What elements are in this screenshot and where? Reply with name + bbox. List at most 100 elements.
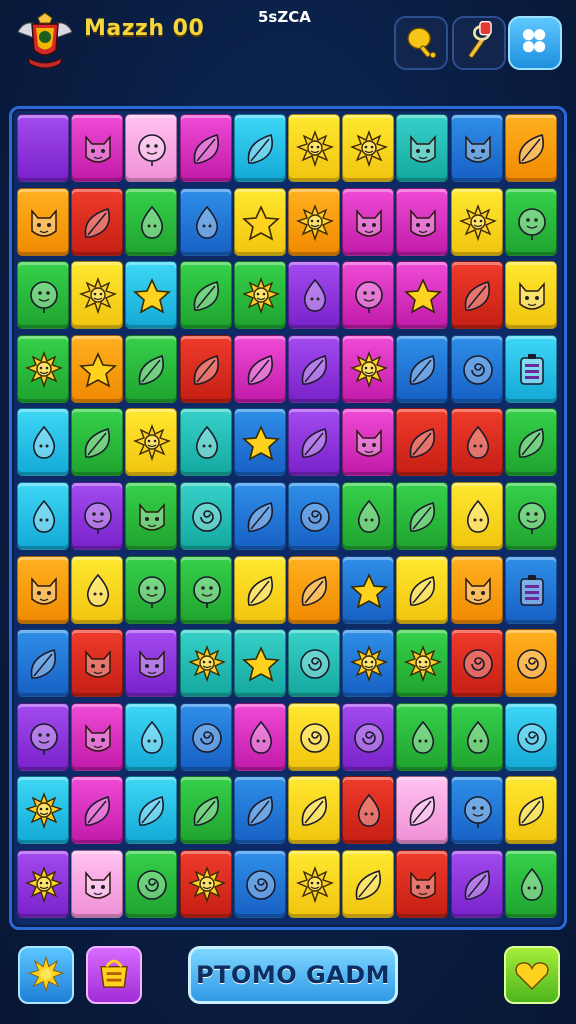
tile-yellow-star[interactable] xyxy=(233,187,286,256)
tile-orange-leaf[interactable] xyxy=(288,555,340,624)
tile-cyan-leaf[interactable] xyxy=(233,114,286,182)
tile-magenta-cat[interactable] xyxy=(71,702,124,771)
hammer-tool-button[interactable] xyxy=(452,16,506,70)
tile-yellow-sun[interactable] xyxy=(71,261,124,330)
tile-green-blob[interactable] xyxy=(125,555,178,624)
tile-blue-swirl[interactable] xyxy=(450,334,503,403)
tile-yellow-cat[interactable] xyxy=(504,261,557,330)
tile-red-drop[interactable] xyxy=(450,408,503,477)
tile-pink-blob[interactable] xyxy=(125,114,178,182)
tile-yellow-leaf[interactable] xyxy=(504,776,557,845)
tile-teal-cat[interactable] xyxy=(396,114,449,182)
tile-green-blob[interactable] xyxy=(17,261,69,330)
tile-green-blob[interactable] xyxy=(504,482,557,550)
tile-orange-leaf[interactable] xyxy=(504,114,557,182)
tile-green-leaf[interactable] xyxy=(396,482,449,550)
tile-magenta-drop[interactable] xyxy=(233,702,286,771)
tile-purple-leaf[interactable] xyxy=(288,334,340,403)
tile-green-leaf[interactable] xyxy=(71,408,124,477)
tile-red-drop[interactable] xyxy=(342,776,395,845)
tile-cyan-drop[interactable] xyxy=(125,702,178,771)
tile-blue-blob[interactable] xyxy=(450,776,503,845)
tile-blue-leaf[interactable] xyxy=(17,629,69,698)
tile-green-cat[interactable] xyxy=(125,482,178,550)
tile-red-leaf[interactable] xyxy=(396,408,449,477)
tile-yellow-sun[interactable] xyxy=(125,408,178,477)
tile-purple-fire[interactable] xyxy=(17,114,69,182)
tile-magenta-sun[interactable] xyxy=(342,334,395,403)
tile-green-sun[interactable] xyxy=(233,261,286,330)
tile-purple-cat[interactable] xyxy=(125,629,178,698)
tile-blue-drop[interactable] xyxy=(179,187,232,256)
tile-blue-leaf[interactable] xyxy=(233,776,286,845)
tile-magenta-leaf[interactable] xyxy=(179,114,232,182)
tile-cyan-drop[interactable] xyxy=(17,408,69,477)
play-button[interactable]: PTOMO GADM xyxy=(188,946,398,1004)
tile-yellow-swirl[interactable] xyxy=(288,702,340,771)
sun-powerup-button[interactable] xyxy=(18,946,74,1004)
tile-green-drop[interactable] xyxy=(504,850,557,918)
tile-teal-star[interactable] xyxy=(233,629,286,698)
tile-yellow-sun[interactable] xyxy=(342,114,395,182)
tile-orange-sun[interactable] xyxy=(288,187,340,256)
tile-purple-drop[interactable] xyxy=(288,261,340,330)
tile-purple-sun[interactable] xyxy=(17,850,69,918)
tile-teal-swirl[interactable] xyxy=(288,629,340,698)
tile-red-leaf[interactable] xyxy=(179,334,232,403)
tile-magenta-blob[interactable] xyxy=(342,261,395,330)
tile-yellow-leaf[interactable] xyxy=(288,776,340,845)
tile-yellow-sun[interactable] xyxy=(450,187,503,256)
tile-cyan-drop[interactable] xyxy=(17,482,69,550)
tile-green-drop[interactable] xyxy=(396,702,449,771)
tile-green-leaf[interactable] xyxy=(179,776,232,845)
tile-magenta-leaf[interactable] xyxy=(233,334,286,403)
tile-cyan-box[interactable] xyxy=(504,334,557,403)
tile-teal-swirl[interactable] xyxy=(179,482,232,550)
tile-blue-swirl[interactable] xyxy=(288,482,340,550)
tile-red-cat[interactable] xyxy=(71,629,124,698)
tile-green-swirl[interactable] xyxy=(125,850,178,918)
tile-magenta-leaf[interactable] xyxy=(71,776,124,845)
tile-green-leaf[interactable] xyxy=(125,334,178,403)
tile-yellow-sun[interactable] xyxy=(288,850,340,918)
tile-green-drop[interactable] xyxy=(450,702,503,771)
tile-yellow-sun[interactable] xyxy=(288,114,340,182)
tile-green-blob[interactable] xyxy=(179,555,232,624)
tile-purple-blob[interactable] xyxy=(17,702,69,771)
shop-button[interactable] xyxy=(86,946,142,1004)
tile-yellow-leaf[interactable] xyxy=(396,555,449,624)
tile-red-sun[interactable] xyxy=(179,850,232,918)
tile-orange-cat[interactable] xyxy=(17,555,69,624)
tile-green-drop[interactable] xyxy=(125,187,178,256)
tile-blue-sun[interactable] xyxy=(342,629,395,698)
tile-cyan-leaf[interactable] xyxy=(125,776,178,845)
tile-magenta-cat[interactable] xyxy=(342,187,395,256)
tile-pink-cat[interactable] xyxy=(71,850,124,918)
tile-purple-leaf[interactable] xyxy=(288,408,340,477)
tile-green-sun[interactable] xyxy=(396,629,449,698)
tile-green-sun[interactable] xyxy=(17,334,69,403)
tile-green-blob[interactable] xyxy=(504,187,557,256)
tile-green-leaf[interactable] xyxy=(179,261,232,330)
tile-yellow-leaf[interactable] xyxy=(342,850,395,918)
tile-purple-leaf[interactable] xyxy=(450,850,503,918)
tile-magenta-cat[interactable] xyxy=(396,187,449,256)
tile-purple-blob[interactable] xyxy=(71,482,124,550)
tile-blue-leaf[interactable] xyxy=(396,334,449,403)
tile-blue-cat[interactable] xyxy=(450,114,503,182)
tile-magenta-star[interactable] xyxy=(396,261,449,330)
tile-magenta-cat[interactable] xyxy=(342,408,395,477)
tile-magenta-cat[interactable] xyxy=(71,114,124,182)
tile-blue-swirl[interactable] xyxy=(179,702,232,771)
tile-orange-cat[interactable] xyxy=(450,555,503,624)
tile-blue-leaf[interactable] xyxy=(233,482,286,550)
tile-green-drop[interactable] xyxy=(342,482,395,550)
tile-blue-swirl[interactable] xyxy=(233,850,286,918)
tile-teal-sun[interactable] xyxy=(179,629,232,698)
tile-orange-star[interactable] xyxy=(71,334,124,403)
tile-pink-leaf[interactable] xyxy=(396,776,449,845)
tile-yellow-drop[interactable] xyxy=(71,555,124,624)
tile-purple-swirl[interactable] xyxy=(342,702,395,771)
tile-orange-cat[interactable] xyxy=(17,187,69,256)
tile-green-leaf[interactable] xyxy=(504,408,557,477)
